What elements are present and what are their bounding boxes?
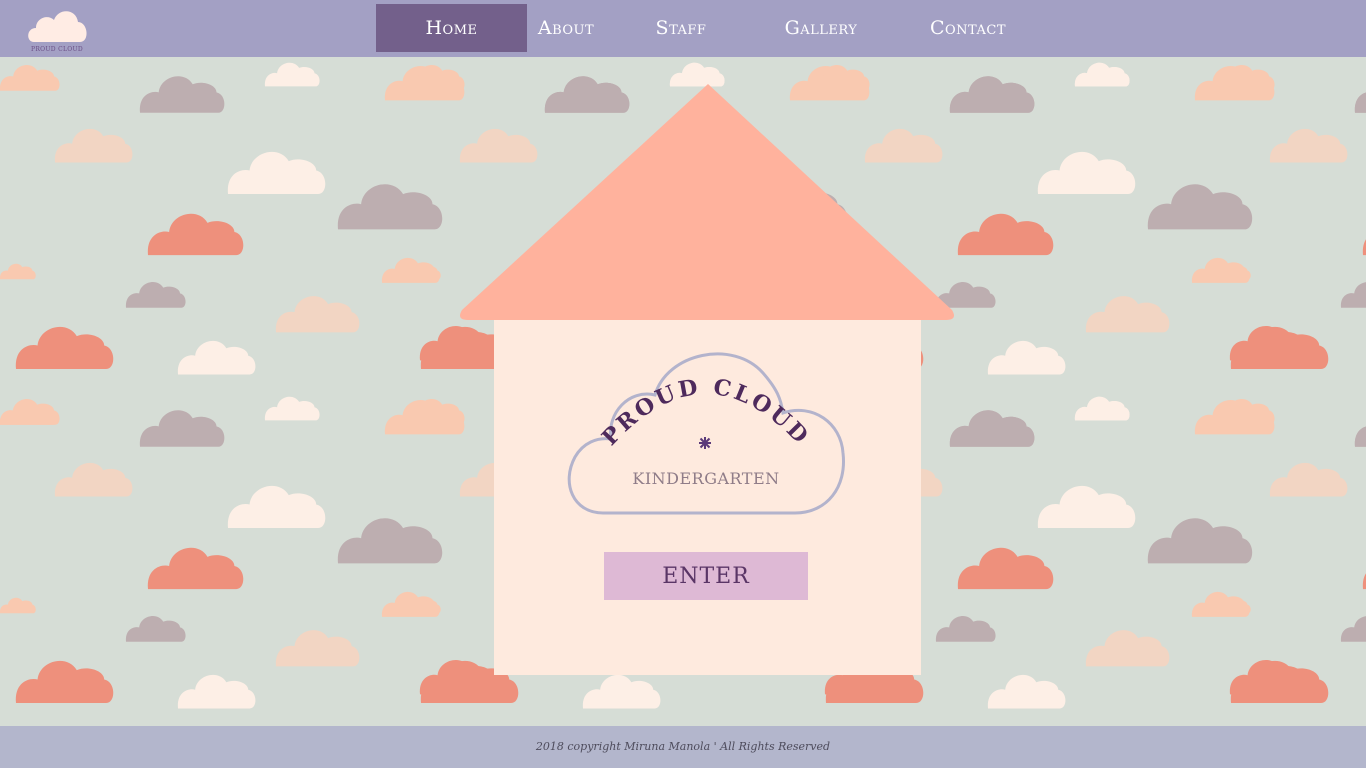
proud-cloud-emblem: PROUD CLOUD <box>567 352 845 515</box>
pattern-cloud <box>957 547 1054 590</box>
pattern-cloud <box>949 410 1035 447</box>
footer-copyright: 2018 copyright Miruna Manola ' All Right… <box>535 740 831 753</box>
nav-item-about[interactable]: About <box>530 4 602 52</box>
site-header: PROUD CLOUD Home About Staff Gallery Con… <box>0 0 1366 57</box>
pattern-cloud <box>337 518 443 564</box>
pattern-cloud <box>1147 184 1253 230</box>
pattern-cloud <box>0 64 60 91</box>
pattern-cloud <box>0 597 36 614</box>
house-roof <box>460 84 954 320</box>
pattern-cloud <box>957 213 1054 256</box>
cloud-logo-icon <box>28 11 87 43</box>
pattern-cloud <box>1340 616 1366 642</box>
asterisk-icon <box>699 437 711 449</box>
site-footer: 2018 copyright Miruna Manola ' All Right… <box>0 726 1366 768</box>
pattern-cloud <box>1037 151 1136 195</box>
pattern-cloud <box>935 615 996 642</box>
pattern-cloud <box>275 296 360 333</box>
pattern-cloud <box>1354 92 1366 113</box>
pattern-cloud <box>147 547 244 590</box>
nav-item-gallery[interactable]: Gallery <box>778 4 864 52</box>
pattern-cloud <box>1085 630 1170 667</box>
pattern-cloud <box>147 213 244 256</box>
logo-text: PROUD CLOUD <box>31 46 83 53</box>
pattern-cloud <box>54 462 133 497</box>
nav-item-home[interactable]: Home <box>376 4 527 52</box>
pattern-cloud <box>987 674 1066 709</box>
pattern-cloud <box>1074 62 1130 87</box>
pattern-cloud <box>227 151 326 195</box>
pattern-cloud <box>1340 282 1366 308</box>
pattern-cloud <box>1269 128 1348 163</box>
pattern-cloud <box>1269 462 1348 497</box>
pattern-cloud <box>1074 396 1130 421</box>
enter-button[interactable]: ENTER <box>604 552 808 600</box>
pattern-cloud <box>0 263 36 280</box>
pattern-cloud <box>1230 326 1329 370</box>
pattern-cloud <box>139 76 225 113</box>
nav-item-staff[interactable]: Staff <box>650 4 712 52</box>
pattern-cloud <box>264 396 320 421</box>
pattern-cloud <box>54 128 133 163</box>
pattern-cloud <box>0 398 60 425</box>
pattern-cloud <box>139 410 225 447</box>
pattern-cloud <box>337 184 443 230</box>
pattern-cloud <box>275 630 360 667</box>
emblem-subtitle: KINDERGARTEN <box>632 469 780 488</box>
pattern-cloud <box>1230 660 1329 704</box>
pattern-cloud <box>177 340 256 375</box>
logo[interactable]: PROUD CLOUD <box>24 4 90 54</box>
pattern-cloud <box>15 660 114 704</box>
pattern-cloud <box>1085 296 1170 333</box>
pattern-cloud <box>1037 485 1136 529</box>
pattern-cloud <box>227 485 326 529</box>
pattern-cloud <box>987 340 1066 375</box>
pattern-cloud <box>264 62 320 87</box>
pattern-cloud <box>582 674 661 709</box>
pattern-cloud <box>177 674 256 709</box>
nav-item-contact[interactable]: Contact <box>918 4 1018 52</box>
pattern-cloud <box>949 76 1035 113</box>
pattern-cloud <box>125 615 186 642</box>
pattern-cloud <box>1147 518 1253 564</box>
pattern-cloud <box>1354 426 1366 447</box>
pattern-cloud <box>125 281 186 308</box>
pattern-cloud <box>15 326 114 370</box>
